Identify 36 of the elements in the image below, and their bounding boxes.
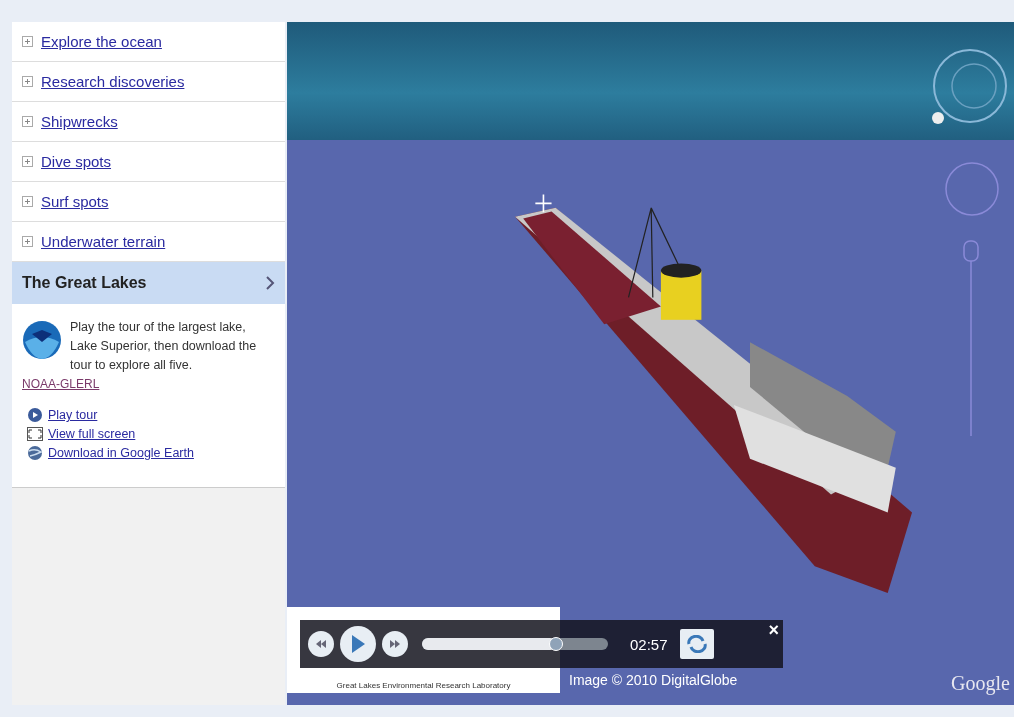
layer-link[interactable]: Underwater terrain <box>41 233 166 250</box>
fullscreen-icon <box>26 426 44 442</box>
action-link[interactable]: Download in Google Earth <box>48 446 194 460</box>
fast-forward-icon <box>390 640 400 648</box>
source-link[interactable]: NOAA-GLERL <box>22 377 100 391</box>
layer-link[interactable]: Dive spots <box>41 153 112 170</box>
expand-icon[interactable] <box>22 76 33 87</box>
elapsed-time: 02:57 <box>630 635 668 653</box>
brand-logo: Google <box>951 672 1010 695</box>
action-link[interactable]: View full screen <box>48 427 136 441</box>
repeat-icon <box>685 635 708 653</box>
play-icon <box>26 407 44 423</box>
layer-header[interactable]: The Great Lakes <box>12 262 285 304</box>
play-icon <box>351 635 365 653</box>
expand-icon[interactable] <box>22 116 33 127</box>
expand-icon[interactable] <box>22 36 33 47</box>
progress-slider[interactable] <box>422 638 608 650</box>
action-link[interactable]: Play tour <box>48 408 98 422</box>
repeat-button[interactable] <box>679 629 714 659</box>
fast-forward-button[interactable] <box>382 631 408 657</box>
logo-caption: Great Lakes Environmental Research Laboratory <box>336 681 511 690</box>
rewind-button[interactable] <box>308 631 334 657</box>
close-button[interactable]: × <box>768 620 779 641</box>
layer-link[interactable]: Shipwrecks <box>41 113 118 130</box>
layer-link[interactable]: Explore the ocean <box>41 33 162 50</box>
play-button[interactable] <box>340 626 376 662</box>
expand-icon[interactable] <box>22 236 33 247</box>
globe-icon <box>26 445 44 461</box>
expand-icon[interactable] <box>22 156 33 167</box>
attribution-text: Image © 2010 DigitalGlobe <box>569 672 738 688</box>
expand-icon[interactable] <box>22 196 33 207</box>
description-text: Play the tour of the largest lake, Lake Superior, then download the tour to explore all five. <box>70 319 258 374</box>
layer-link[interactable]: Surf spots <box>41 193 109 210</box>
chevron-icon <box>265 276 275 290</box>
rewind-icon <box>316 640 326 648</box>
noaa-logo <box>22 320 62 360</box>
